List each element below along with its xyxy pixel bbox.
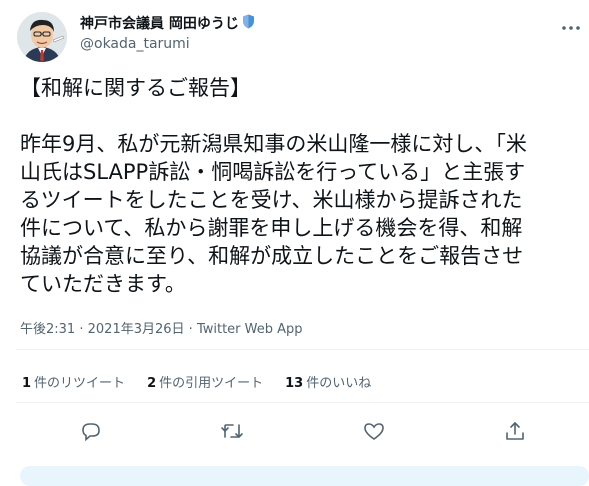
tweet-line: ていただきます。	[20, 272, 186, 296]
reply-composer-bar[interactable]	[20, 466, 589, 486]
quote-count-stat[interactable]: 2 件の引用ツイート	[147, 372, 263, 391]
tweet-heading: 【和解に関するご報告】	[20, 76, 251, 100]
share-icon[interactable]	[503, 419, 527, 443]
author-name[interactable]: 神戸市会議員 岡田ゆうじ	[80, 13, 239, 33]
tweet-meta: 午後2:31 · 2021年3月26日 · Twitter Web App	[20, 318, 303, 337]
tweet-line: 昨年9月、私が元新潟県知事の米山隆一様に対し、「米	[20, 132, 527, 156]
retweet-icon[interactable]	[220, 419, 244, 443]
tweet-stats: 1 件のリツイート 2 件の引用ツイート 13 件のいいね	[22, 372, 393, 391]
stat-count: 1	[22, 376, 32, 391]
divider	[16, 349, 589, 350]
tweet-text: 【和解に関するご報告】 昨年9月、私が元新潟県知事の米山隆一様に対し、「米 山氏…	[20, 74, 580, 298]
tweet-line: 山氏はSLAPP訴訟・恫喝訴訟を行っている」と主張す	[20, 160, 526, 184]
tweet-line: 協議が合意に至り、和解が成立したことをご報告させ	[20, 244, 524, 268]
meta-separator: ·	[79, 322, 84, 337]
retweet-count-stat[interactable]: 1 件のリツイート	[22, 372, 125, 391]
more-options-icon[interactable]	[562, 16, 580, 35]
divider	[16, 402, 589, 403]
action-bar	[0, 419, 589, 443]
avatar[interactable]	[17, 12, 67, 62]
stat-count: 13	[285, 376, 304, 391]
tweet-date[interactable]: 2021年3月26日	[88, 322, 185, 337]
tweet-line: 件について、私から謝罪を申し上げる機会を得、和解	[20, 216, 523, 240]
author-handle[interactable]: @okada_tarumi	[80, 36, 190, 52]
tweet-line: るツイートをしたことを受け、米山様から提訴された	[20, 188, 523, 212]
stat-label: 件の引用ツイート	[159, 376, 264, 391]
meta-separator: ·	[188, 322, 193, 337]
tweet-source[interactable]: Twitter Web App	[197, 322, 303, 337]
like-icon[interactable]	[362, 419, 386, 443]
like-count-stat[interactable]: 13 件のいいね	[285, 372, 371, 391]
tweet-time[interactable]: 午後2:31	[20, 322, 75, 337]
stat-label: 件のいいね	[306, 376, 372, 391]
author-name-row[interactable]: 神戸市会議員 岡田ゆうじ	[80, 13, 255, 33]
stat-label: 件のリツイート	[34, 376, 126, 391]
stat-count: 2	[147, 376, 157, 391]
shield-icon	[242, 14, 255, 33]
reply-icon[interactable]	[79, 419, 103, 443]
caricature-avatar-icon	[17, 12, 67, 62]
